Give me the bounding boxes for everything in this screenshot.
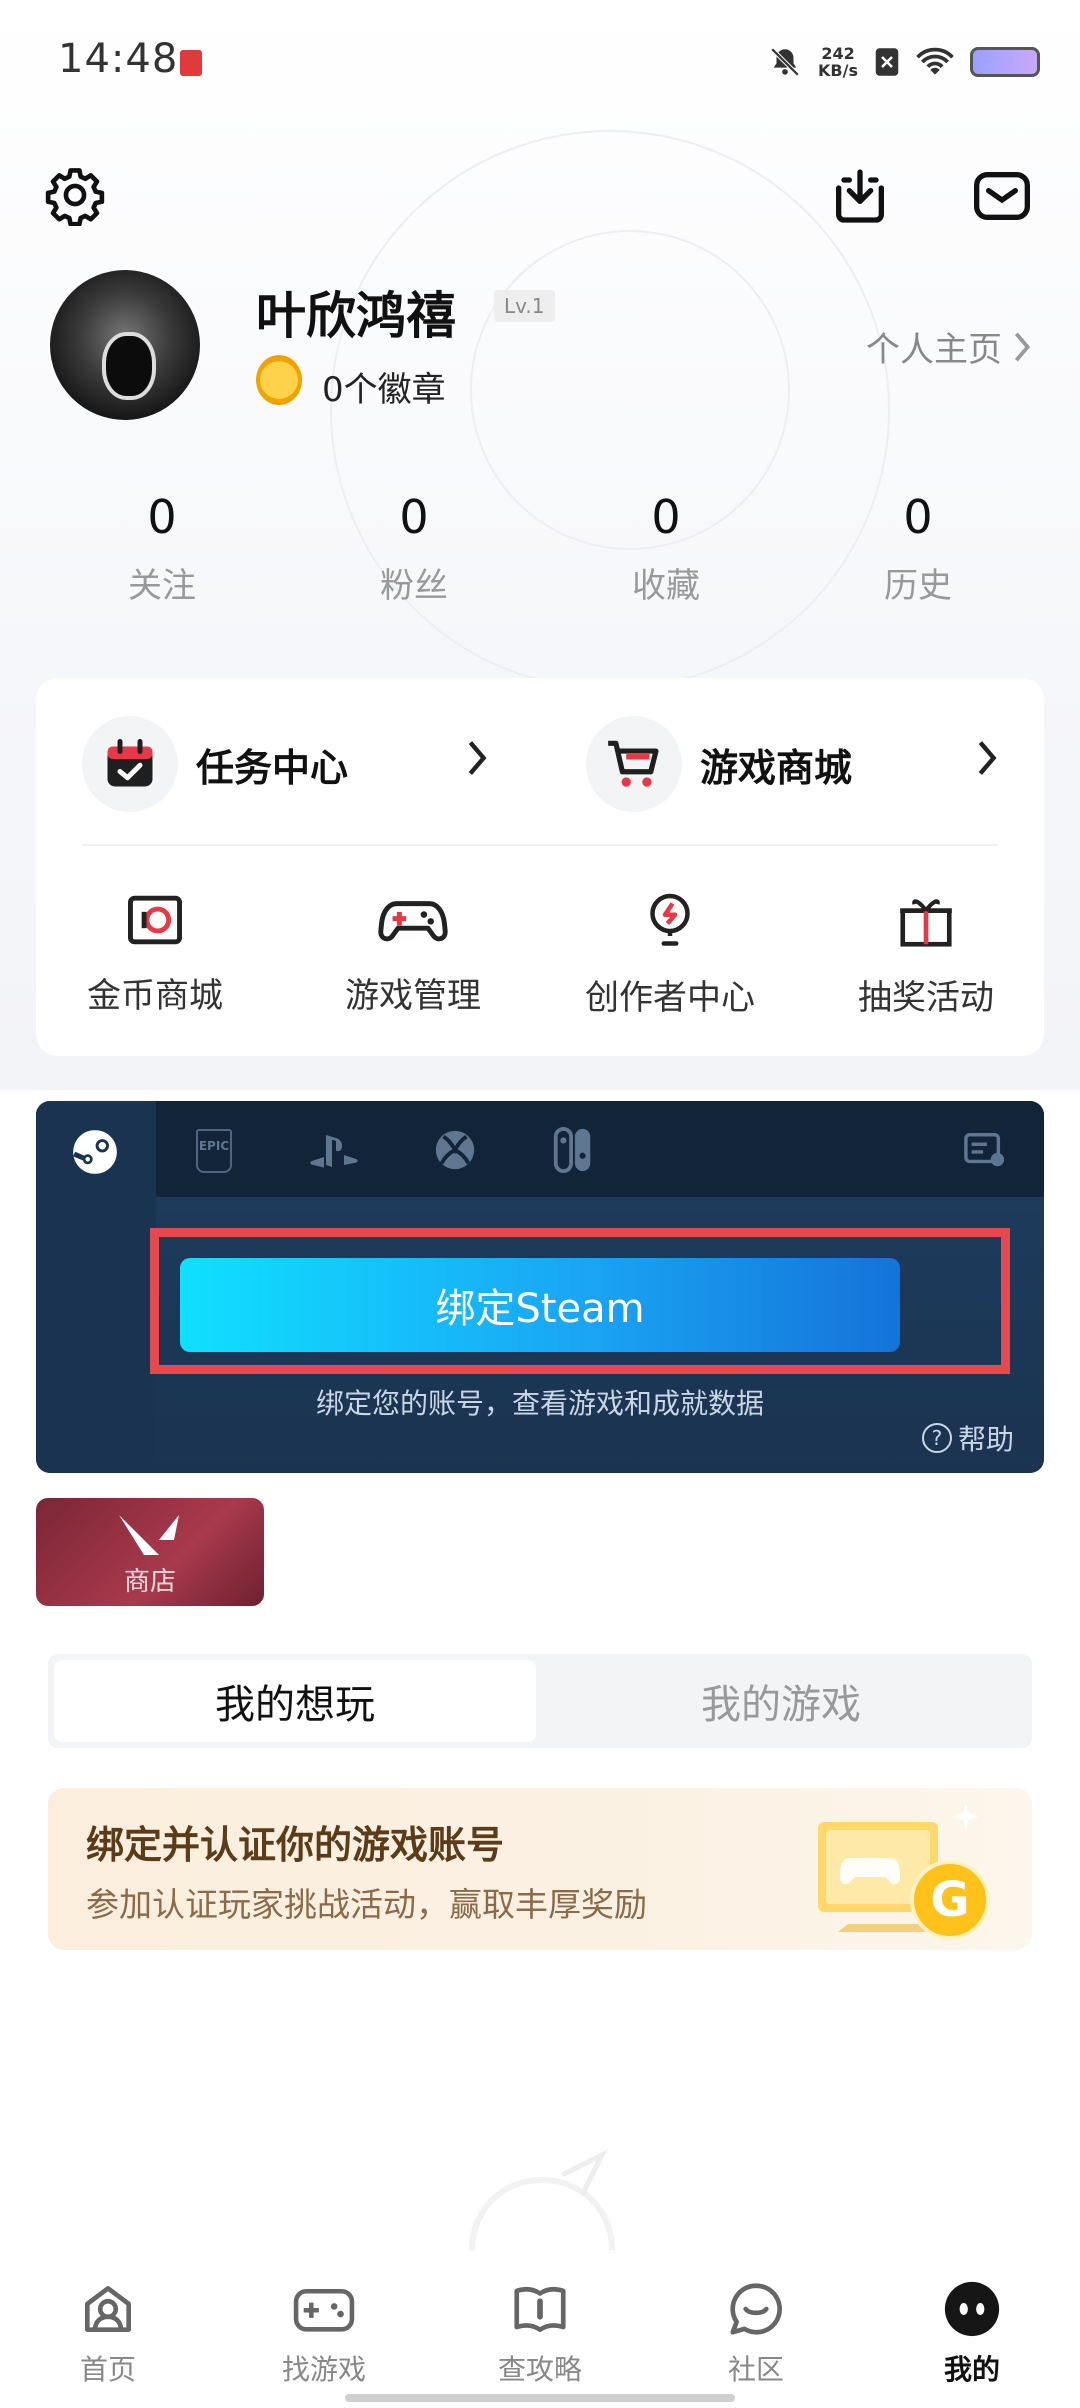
sim-icon [875, 48, 899, 76]
lightbulb-icon [650, 893, 690, 946]
status-icons: 242 KB/s [768, 40, 1040, 84]
mute-icon [770, 47, 800, 77]
calendar-icon [82, 716, 178, 812]
find-game-icon [293, 2288, 355, 2332]
promo-title: 绑定并认证你的游戏账号 [86, 1823, 505, 1867]
battery-icon [970, 47, 1040, 77]
nav-label: 社区 [727, 2353, 784, 2386]
divider [82, 844, 998, 846]
lottery-button[interactable]: 抽奖活动 [816, 890, 1036, 1019]
coin-store-button[interactable]: 金币商城 [45, 890, 265, 1017]
nav-label: 找游戏 [281, 2353, 366, 2386]
nav-community[interactable]: 社区 [686, 2278, 826, 2388]
stat-label: 收藏 [632, 566, 700, 606]
stat-favorites[interactable]: 0 收藏 [586, 490, 746, 607]
badge-count[interactable]: 0个徽章 [322, 362, 446, 411]
avatar[interactable] [50, 270, 200, 420]
guide-icon [514, 2286, 566, 2332]
nav-home[interactable]: 首页 [38, 2278, 178, 2388]
coin-store-icon [128, 895, 182, 945]
cart-icon [586, 716, 682, 812]
chevron-right-icon [466, 738, 488, 788]
chevron-right-icon [976, 738, 998, 788]
creator-center-button[interactable]: 创作者中心 [560, 890, 780, 1019]
g-coin-icon: G [910, 1860, 990, 1940]
game-mall-entry[interactable]: 游戏商城 [586, 714, 1006, 814]
task-center-entry[interactable]: 任务中心 [82, 714, 502, 814]
watermark-icon [469, 2149, 615, 2251]
nav-profile[interactable]: 我的 [902, 2278, 1042, 2388]
wifi-icon [916, 47, 954, 75]
stat-following[interactable]: 0 关注 [82, 490, 242, 607]
status-time: 14:48 [58, 36, 179, 82]
homepage-link[interactable]: 个人主页 [866, 322, 1032, 371]
gear-icon [45, 168, 105, 226]
stat-history[interactable]: 0 历史 [838, 490, 998, 607]
steam-icon [73, 1130, 117, 1174]
profile-icon [944, 2281, 1000, 2337]
tab-my-wishlist[interactable]: 我的想玩 [54, 1660, 536, 1742]
stat-fans[interactable]: 0 粉丝 [334, 490, 494, 607]
valorant-logo-icon [119, 1515, 179, 1555]
tab-epic[interactable]: EPIC [196, 1129, 232, 1173]
community-icon [730, 2283, 782, 2335]
xbox-icon[interactable] [432, 1127, 478, 1173]
nav-label: 我的 [943, 2353, 1000, 2386]
stat-value: 0 [903, 490, 933, 544]
manage-accounts-icon[interactable] [962, 1129, 1008, 1171]
store-label: 商店 [123, 1567, 176, 1597]
platform-tabs [36, 1101, 1044, 1197]
epic-label: EPIC [198, 1139, 230, 1153]
homepage-label: 个人主页 [866, 330, 1002, 370]
task-center-label: 任务中心 [196, 745, 349, 790]
switch-icon[interactable] [552, 1127, 594, 1173]
playstation-icon[interactable] [306, 1131, 362, 1171]
stat-value: 0 [651, 490, 681, 544]
username: 叶欣鸿禧 [256, 287, 456, 345]
bind-account-promo[interactable]: 绑定并认证你的游戏账号 参加认证玩家挑战活动，赢取丰厚奖励 G [48, 1788, 1032, 1950]
nav-find-game[interactable]: 找游戏 [254, 2278, 394, 2388]
message-button[interactable] [964, 158, 1040, 234]
game-console-illustration [818, 1804, 979, 1932]
tool-label: 抽奖活动 [858, 978, 994, 1018]
help-link[interactable]: ? 帮助 [921, 1418, 1014, 1458]
stat-label: 粉丝 [380, 566, 448, 606]
home-icon [85, 2286, 131, 2332]
medal-icon [256, 355, 302, 405]
help-label: 帮助 [957, 1423, 1014, 1456]
stat-label: 历史 [884, 566, 952, 606]
home-indicator[interactable] [345, 2394, 735, 2402]
stat-value: 0 [147, 490, 177, 544]
chevron-right-icon [1014, 332, 1031, 361]
settings-button[interactable] [40, 160, 110, 230]
game-manage-button[interactable]: 游戏管理 [303, 890, 523, 1017]
segment-tabs: 我的想玩 我的游戏 [48, 1654, 1032, 1748]
game-mall-label: 游戏商城 [700, 745, 853, 790]
gamepad-icon [378, 901, 448, 942]
tool-label: 创作者中心 [585, 978, 755, 1018]
network-speed: 242 KB/s [818, 44, 858, 80]
help-icon: ? [921, 1423, 952, 1453]
nav-label: 首页 [79, 2353, 136, 2386]
platform-side [36, 1197, 156, 1473]
download-icon [836, 169, 884, 223]
valorant-store-tile[interactable]: 商店 [36, 1498, 264, 1606]
stat-label: 关注 [128, 566, 196, 606]
gift-icon [900, 899, 952, 947]
tool-label: 金币商城 [87, 976, 223, 1016]
notification-icon [180, 50, 202, 76]
bind-steam-button[interactable]: 绑定Steam [180, 1258, 900, 1352]
bind-description: 绑定您的账号，查看游戏和成就数据 [315, 1387, 764, 1420]
promo-subtitle: 参加认证玩家挑战活动，赢取丰厚奖励 [86, 1885, 647, 1924]
nav-guide[interactable]: 查攻略 [470, 2278, 610, 2388]
tool-label: 游戏管理 [345, 976, 481, 1016]
tab-my-games[interactable]: 我的游戏 [536, 1660, 1026, 1742]
download-button[interactable] [822, 158, 898, 234]
mail-icon [974, 172, 1030, 220]
level-badge: Lv.1 [494, 290, 555, 322]
nav-label: 查攻略 [497, 2353, 582, 2386]
stat-value: 0 [399, 490, 429, 544]
